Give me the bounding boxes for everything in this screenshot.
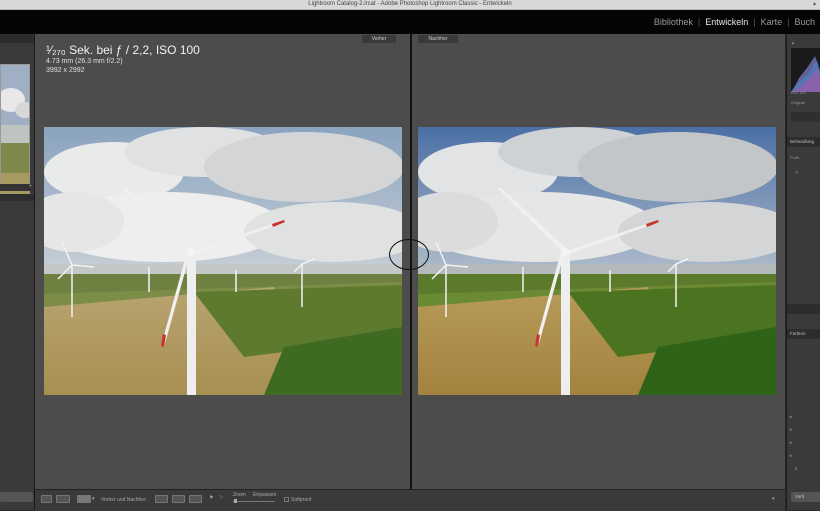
module-develop[interactable]: Entwickeln (700, 17, 753, 27)
original-photo-toggle[interactable]: Original (791, 100, 805, 105)
softproof-checkbox[interactable] (284, 497, 289, 502)
module-picker: Bibliothek | Entwickeln | Karte | Buch (0, 10, 820, 34)
panel-collapse-icon[interactable]: ◂ (789, 440, 792, 446)
left-panel: + (0, 34, 35, 510)
wind-turbine-photo-after (418, 127, 776, 395)
wind-turbine-photo-before (44, 127, 402, 395)
histogram-info: ISO 100 (791, 90, 806, 95)
loupe-view-icon[interactable] (41, 495, 52, 503)
eyedropper-icon[interactable]: ✎ (795, 170, 798, 175)
toolbar-menu-icon[interactable]: ▾ (772, 496, 775, 502)
before-after-lr-icon[interactable] (56, 495, 70, 503)
zoom-label: Zoom (233, 492, 246, 498)
navigator-thumbnail[interactable] (0, 64, 30, 197)
before-after-label: Vorher und Nachher: (101, 497, 148, 503)
copy-before-to-after-icon[interactable] (155, 495, 168, 503)
copy-after-to-before-icon[interactable] (172, 495, 185, 503)
right-panel: ▲ ISO 100 Original Behandlung Profil ✎ F… (786, 34, 820, 510)
before-after-split-icon[interactable] (77, 495, 91, 503)
hsl-panel-header[interactable]: Farbton (787, 329, 820, 339)
exposure-info: ¹⁄₂₇₀ Sek. bei ƒ / 2,2, ISO 100 (46, 43, 200, 57)
window-titlebar: Lightroom Catalog-2.lrcat - Adobe Photos… (0, 0, 820, 10)
compare-drag-handle[interactable] (389, 239, 429, 270)
panel-section-header[interactable] (0, 194, 34, 201)
navigator-preview-image (1, 65, 29, 196)
histogram-graph (791, 56, 820, 92)
crop-icon[interactable]: ⌗ (795, 466, 797, 471)
profile-label: Profil (790, 155, 800, 160)
before-photo[interactable] (44, 127, 402, 395)
histogram-warning-icon[interactable]: ▲ (791, 40, 795, 45)
fullscreen-icon[interactable]: ▴ (813, 0, 816, 9)
previous-button[interactable]: Vorh (791, 492, 820, 502)
softproof-label: Softproof (291, 497, 312, 503)
chevron-down-icon[interactable]: ▾ (92, 496, 95, 502)
dimensions-info: 3992 x 2992 (46, 67, 85, 74)
zoom-slider[interactable] (233, 501, 275, 502)
before-label: Vorher (362, 35, 396, 43)
panel-collapse-icon[interactable]: ◂ (789, 453, 792, 459)
reject-flag-icon[interactable]: ⚐ (219, 495, 223, 501)
module-book[interactable]: Buch (789, 17, 820, 27)
histogram (791, 48, 820, 92)
add-icon[interactable]: + (28, 184, 32, 190)
panel-section-header[interactable]: + (0, 184, 34, 191)
copy-button[interactable] (0, 492, 33, 502)
window-title: Lightroom Catalog-2.lrcat - Adobe Photos… (308, 1, 512, 7)
module-library[interactable]: Bibliothek (649, 17, 698, 27)
after-photo[interactable] (418, 127, 776, 395)
tool-strip[interactable] (791, 112, 820, 122)
basic-panel-header[interactable]: Behandlung (787, 137, 820, 147)
after-label: Nachher (418, 35, 458, 43)
panel-header[interactable] (787, 304, 820, 314)
bottom-toolbar: ▾ Vorher und Nachher: ⚑ ⚐ Zoom Einpassen… (35, 489, 785, 511)
module-map[interactable]: Karte (756, 17, 788, 27)
panel-collapse-icon[interactable]: ◂ (789, 427, 792, 433)
focal-info: 4.73 mm (26.3 mm f/2.2) (46, 58, 123, 65)
flag-icon[interactable]: ⚑ (209, 495, 213, 501)
swap-settings-icon[interactable] (189, 495, 202, 503)
zoom-fit-label: Einpassen (253, 492, 277, 498)
navigator-header[interactable] (0, 34, 34, 43)
info-overlay: ¹⁄₂₇₀ Sek. bei ƒ / 2,2, ISO 100 4.73 mm … (46, 43, 200, 75)
panel-collapse-icon[interactable]: ◂ (789, 414, 792, 420)
zoom-slider-thumb[interactable] (234, 499, 237, 503)
